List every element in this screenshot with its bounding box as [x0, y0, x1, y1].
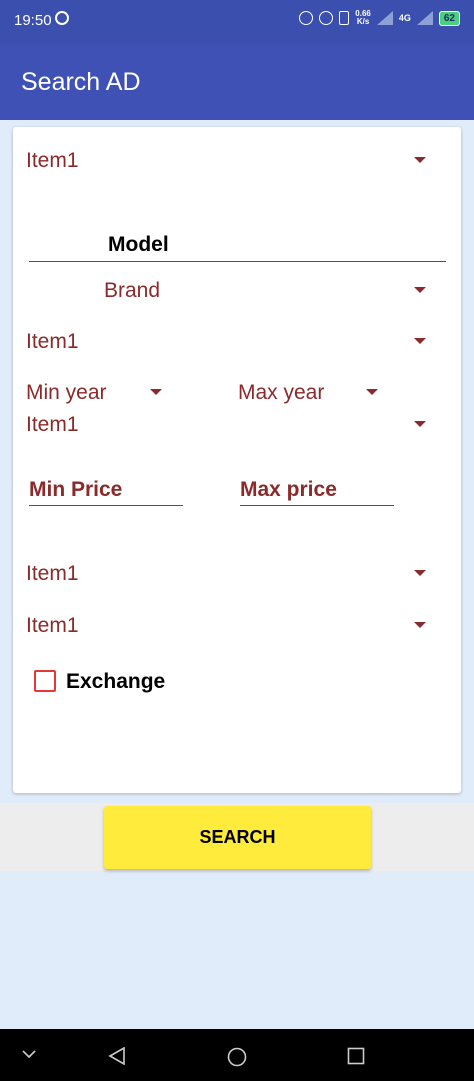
chevron-down-icon	[414, 421, 426, 427]
chevron-down-icon	[414, 570, 426, 576]
chevron-down-icon[interactable]	[22, 1049, 36, 1059]
chevron-down-icon	[414, 622, 426, 628]
vibrate-icon	[339, 11, 350, 25]
chevron-down-icon	[150, 389, 162, 395]
battery-icon: 62	[438, 10, 460, 26]
navigation-bar	[0, 1029, 474, 1081]
signal-icon-2	[416, 11, 433, 25]
home-icon[interactable]	[227, 1047, 247, 1067]
app-bar: Search AD	[0, 44, 474, 120]
signal-icon	[376, 11, 393, 25]
spinner-5-value: Item1	[26, 614, 79, 637]
network-speed-unit: K/s	[356, 17, 370, 26]
status-time: 19:50	[14, 12, 52, 29]
model-underline	[29, 261, 446, 262]
chevron-down-icon	[414, 287, 426, 293]
brand-spinner-value: Brand	[104, 279, 161, 302]
network-type: 4G	[398, 13, 411, 23]
chevron-down-icon	[414, 338, 426, 344]
model-spinner-value: Item1	[26, 330, 79, 353]
max-year-value: Max year	[238, 381, 325, 404]
min-price-input[interactable]: Min Price	[29, 478, 122, 502]
spinner-4-value: Item1	[26, 562, 79, 585]
exchange-checkbox[interactable]	[34, 670, 56, 692]
recents-icon[interactable]	[347, 1047, 365, 1065]
category-spinner-value: Item1	[26, 149, 79, 172]
model-input[interactable]: Model	[108, 233, 169, 257]
search-button[interactable]: SEARCH	[104, 806, 371, 869]
page-title: Search AD	[21, 68, 141, 96]
max-price-underline	[240, 505, 394, 506]
search-form-card: Item1 Model Brand Item1 Min year Max yea…	[13, 127, 461, 793]
back-icon[interactable]	[108, 1047, 126, 1065]
max-price-input[interactable]: Max price	[240, 478, 337, 502]
min-price-underline	[29, 505, 183, 506]
spinner-3-value: Item1	[26, 413, 79, 436]
whatsapp-icon	[55, 11, 69, 25]
status-icons: 0.66 K/s 4G 62	[299, 10, 460, 26]
chevron-down-icon	[366, 389, 378, 395]
hotspot-icon	[299, 11, 314, 25]
chevron-down-icon	[414, 157, 426, 163]
alarm-icon	[319, 11, 334, 25]
exchange-label[interactable]: Exchange	[66, 670, 165, 694]
min-year-value: Min year	[26, 381, 107, 404]
status-bar: 19:50 0.66 K/s 4G 62	[0, 0, 474, 44]
network-speed: 0.66 K/s	[355, 10, 371, 26]
